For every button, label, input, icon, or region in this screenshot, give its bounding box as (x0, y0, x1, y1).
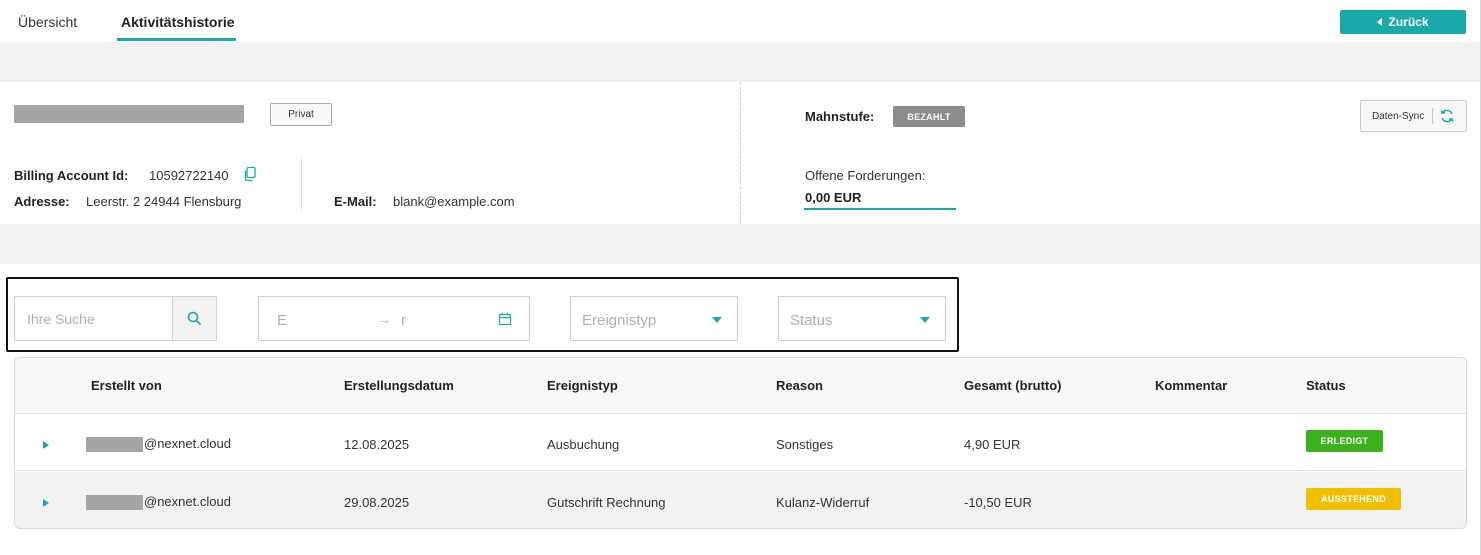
section-spacer (0, 224, 1481, 264)
open-claims-value: 0,00 EUR (805, 190, 862, 205)
address-label: Adresse: (14, 194, 70, 209)
caret-left-icon (1377, 18, 1383, 26)
expand-row-icon[interactable] (43, 499, 49, 507)
status-badge: ERLEDIGT (1306, 430, 1383, 452)
account-info-panel: Privat Billing Account Id: 10592722140 A… (0, 82, 1481, 224)
column-header-reason[interactable]: Reason (776, 378, 823, 393)
column-header-created-by[interactable]: Erstellt von (91, 378, 162, 393)
date-range-picker[interactable]: E → r (258, 296, 530, 341)
status-select[interactable]: Status (778, 296, 946, 341)
tab-aktivitaetshistorie[interactable]: Aktivitätshistorie (121, 14, 235, 30)
sync-icon (1440, 109, 1454, 123)
data-sync-button[interactable]: Daten-Sync (1360, 100, 1467, 132)
billing-account-label: Billing Account Id: (14, 168, 129, 183)
open-claims-underline (804, 208, 956, 210)
redacted-customer-name (14, 105, 244, 123)
event-type-cell: Gutschrift Rechnung (547, 495, 666, 510)
expand-row-icon[interactable] (43, 441, 49, 449)
active-tab-indicator (117, 38, 236, 41)
search-input[interactable]: Ihre Suche (14, 296, 173, 341)
reason-cell: Kulanz-Widerruf (776, 495, 870, 510)
column-header-event-type[interactable]: Ereignistyp (547, 378, 618, 393)
column-header-status[interactable]: Status (1306, 378, 1346, 393)
divider (301, 158, 302, 210)
caret-down-icon (712, 317, 722, 323)
column-divider (740, 82, 741, 224)
account-type-badge: Privat (270, 103, 332, 126)
mahnstufe-status-badge: BEZAHLT (893, 106, 965, 127)
event-type-placeholder: Ereignistyp (582, 312, 657, 329)
reason-cell: Sonstiges (776, 437, 834, 452)
caret-down-icon (920, 317, 930, 323)
section-spacer (0, 42, 1481, 82)
total-cell: 4,90 EUR (964, 437, 1021, 452)
activity-table: Erstellt von Erstellungsdatum Ereignisty… (14, 357, 1467, 529)
table-row[interactable]: @nexnet.cloud 12.08.2025 Ausbuchung Sons… (15, 414, 1466, 471)
status-badge: AUSSTEHEND (1306, 488, 1401, 510)
mahnstufe-label: Mahnstufe: (805, 109, 875, 124)
redacted-username (86, 495, 143, 510)
total-cell: -10,50 EUR (964, 495, 1032, 510)
column-header-comment[interactable]: Kommentar (1155, 378, 1227, 393)
created-by-cell: @nexnet.cloud (144, 436, 231, 451)
billing-account-id: 10592722140 (149, 168, 229, 183)
calendar-icon (498, 313, 512, 326)
divider (1432, 108, 1434, 124)
created-date-cell: 29.08.2025 (344, 495, 410, 510)
date-start-placeholder: E (277, 312, 288, 329)
tab-uebersicht[interactable]: Übersicht (18, 14, 77, 30)
top-bar: Übersicht Aktivitätshistorie Zurück (0, 0, 1481, 42)
created-date-cell: 12.08.2025 (344, 437, 410, 452)
column-header-created-date[interactable]: Erstellungsdatum (344, 378, 454, 393)
data-sync-label: Daten-Sync (1372, 110, 1425, 122)
status-placeholder: Status (790, 312, 833, 329)
created-by-cell: @nexnet.cloud (144, 494, 231, 509)
open-claims-label: Offene Forderungen: (805, 168, 926, 183)
event-type-select[interactable]: Ereignistyp (570, 296, 738, 341)
email-value: blank@example.com (393, 194, 515, 209)
back-button[interactable]: Zurück (1340, 10, 1466, 34)
table-header: Erstellt von Erstellungsdatum Ereignisty… (15, 358, 1466, 414)
email-label: E-Mail: (334, 194, 377, 209)
event-type-cell: Ausbuchung (547, 437, 620, 452)
date-end-placeholder: r (401, 312, 406, 329)
redacted-username (86, 437, 143, 452)
table-row[interactable]: @nexnet.cloud 29.08.2025 Gutschrift Rech… (15, 472, 1466, 528)
arrow-right-icon: → (377, 311, 391, 327)
copy-icon[interactable] (242, 166, 258, 182)
column-header-total[interactable]: Gesamt (brutto) (964, 378, 1062, 393)
search-icon (187, 311, 202, 326)
search-button[interactable] (172, 296, 217, 341)
back-button-label: Zurück (1388, 15, 1429, 29)
address-value: Leerstr. 2 24944 Flensburg (86, 194, 242, 209)
